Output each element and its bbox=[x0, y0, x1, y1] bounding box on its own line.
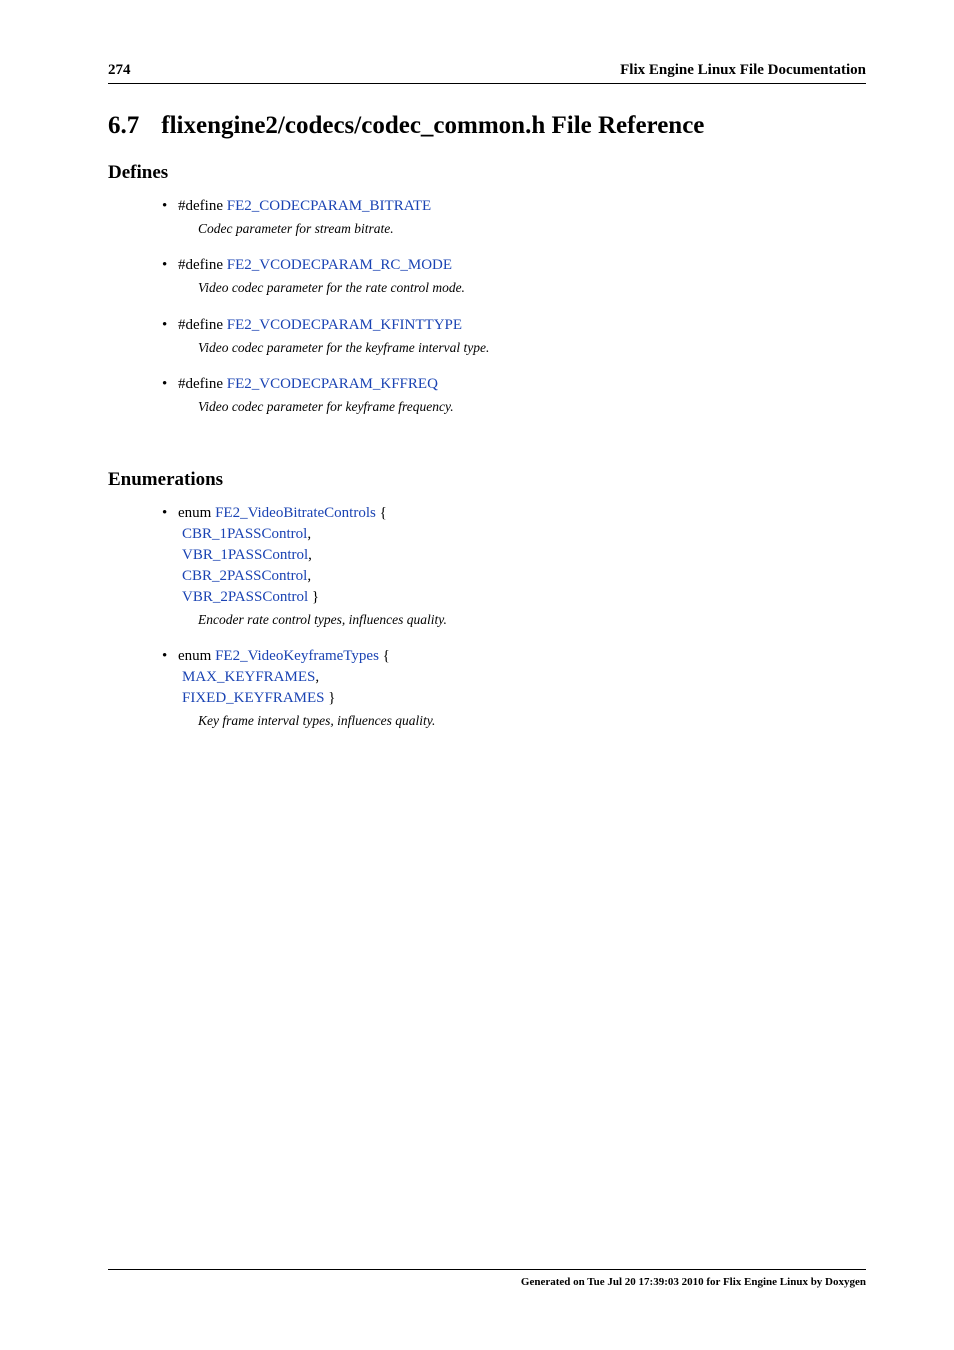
separator: , bbox=[307, 568, 311, 584]
enum-member-link[interactable]: CBR_1PASSControl bbox=[182, 526, 307, 542]
define-item: #define FE2_VCODECPARAM_KFFREQ Video cod… bbox=[162, 376, 856, 417]
header-title: Flix Engine Linux File Documentation bbox=[620, 62, 866, 79]
page-number: 274 bbox=[108, 62, 131, 79]
close-brace: } bbox=[312, 589, 319, 605]
separator: , bbox=[315, 669, 319, 685]
defines-heading: Defines bbox=[108, 162, 866, 184]
define-link[interactable]: FE2_VCODECPARAM_RC_MODE bbox=[227, 257, 452, 273]
section-number: 6.7 bbox=[108, 112, 139, 140]
running-header: 274 Flix Engine Linux File Documentation bbox=[108, 62, 866, 84]
define-desc: Video codec parameter for the rate contr… bbox=[198, 278, 856, 298]
define-item: #define FE2_VCODECPARAM_KFINTTYPE Video … bbox=[162, 317, 856, 358]
section-heading: 6.7 flixengine2/codecs/codec_common.h Fi… bbox=[108, 112, 866, 140]
close-brace: } bbox=[328, 690, 335, 706]
open-brace: { bbox=[383, 648, 390, 664]
define-keyword: #define bbox=[178, 376, 223, 392]
define-link[interactable]: FE2_VCODECPARAM_KFFREQ bbox=[227, 376, 438, 392]
footer-text: Generated on Tue Jul 20 17:39:03 2010 fo… bbox=[521, 1276, 866, 1288]
enum-desc: Encoder rate control types, influences q… bbox=[198, 610, 856, 630]
enum-item: enum FE2_VideoBitrateControls { CBR_1PAS… bbox=[162, 505, 856, 630]
separator: , bbox=[308, 547, 312, 563]
define-desc: Video codec parameter for keyframe frequ… bbox=[198, 397, 856, 417]
enumerations-list: enum FE2_VideoBitrateControls { CBR_1PAS… bbox=[108, 505, 866, 732]
enum-member-link[interactable]: CBR_2PASSControl bbox=[182, 568, 307, 584]
define-desc: Video codec parameter for the keyframe i… bbox=[198, 338, 856, 358]
enum-member-link[interactable]: VBR_1PASSControl bbox=[182, 547, 308, 563]
enum-keyword: enum bbox=[178, 648, 211, 664]
define-item: #define FE2_VCODECPARAM_RC_MODE Video co… bbox=[162, 257, 856, 298]
define-keyword: #define bbox=[178, 257, 223, 273]
define-item: #define FE2_CODECPARAM_BITRATE Codec par… bbox=[162, 198, 856, 239]
enum-desc: Key frame interval types, influences qua… bbox=[198, 711, 856, 731]
define-keyword: #define bbox=[178, 317, 223, 333]
enum-link[interactable]: FE2_VideoKeyframeTypes bbox=[215, 648, 379, 664]
define-keyword: #define bbox=[178, 198, 223, 214]
enum-item: enum FE2_VideoKeyframeTypes { MAX_KEYFRA… bbox=[162, 648, 856, 731]
define-desc: Codec parameter for stream bitrate. bbox=[198, 219, 856, 239]
enum-keyword: enum bbox=[178, 505, 211, 521]
enum-link[interactable]: FE2_VideoBitrateControls bbox=[215, 505, 376, 521]
enum-member-link[interactable]: VBR_2PASSControl bbox=[182, 589, 308, 605]
section-title: flixengine2/codecs/codec_common.h File R… bbox=[161, 112, 704, 140]
separator: , bbox=[307, 526, 311, 542]
enum-member-link[interactable]: FIXED_KEYFRAMES bbox=[182, 690, 325, 706]
page: 274 Flix Engine Linux File Documentation… bbox=[0, 0, 954, 1350]
define-link[interactable]: FE2_CODECPARAM_BITRATE bbox=[227, 198, 431, 214]
footer: Generated on Tue Jul 20 17:39:03 2010 fo… bbox=[108, 1269, 866, 1288]
define-link[interactable]: FE2_VCODECPARAM_KFINTTYPE bbox=[227, 317, 462, 333]
enum-member-link[interactable]: MAX_KEYFRAMES bbox=[182, 669, 315, 685]
open-brace: { bbox=[380, 505, 387, 521]
enumerations-heading: Enumerations bbox=[108, 469, 866, 491]
defines-list: #define FE2_CODECPARAM_BITRATE Codec par… bbox=[108, 198, 866, 417]
